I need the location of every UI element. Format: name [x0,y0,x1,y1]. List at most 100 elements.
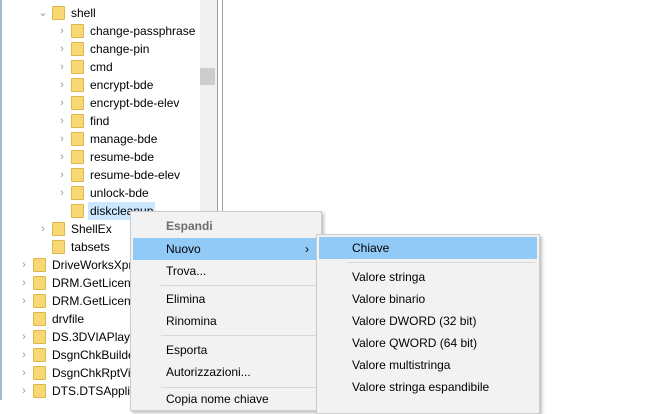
menu-label: Autorizzazioni... [166,365,251,379]
tree-item[interactable]: ⌄ shell [2,4,200,22]
folder-icon [71,42,84,56]
chevron-right-icon[interactable]: › [19,346,29,364]
menu-separator [347,262,535,263]
tree-item-label: drvfile [52,312,85,326]
tree-item[interactable]: › resume-bde [2,148,200,166]
chevron-right-icon[interactable]: › [38,220,48,238]
menu-label: Chiave [352,241,390,255]
tree-item-label: encrypt-bde-elev [90,96,180,110]
submenu-item-chiave[interactable]: Chiave [319,237,537,259]
tree-item-label: cmd [90,60,113,74]
chevron-down-icon[interactable]: ⌄ [38,4,48,22]
tree-item-label: find [90,114,110,128]
submenu-item-valore-qword[interactable]: Valore QWORD (64 bit) [319,332,537,354]
tree-item[interactable]: › encrypt-bde [2,76,200,94]
chevron-right-icon[interactable]: › [57,148,67,166]
folder-icon [71,24,84,38]
submenu-arrow-icon: › [305,242,309,256]
menu-label: Copia nome chiave [166,392,269,406]
chevron-right-icon[interactable]: › [57,58,67,76]
folder-icon [52,240,65,254]
folder-icon [33,330,46,344]
tree-item[interactable]: › find [2,112,200,130]
tree-item-label: manage-bde [90,132,158,146]
tree-item-label: DriveWorksXpr [52,258,133,272]
menu-separator [161,335,317,336]
folder-icon [71,60,84,74]
menu-item-espandi[interactable]: Espandi [133,215,319,237]
menu-label: Valore DWORD (32 bit) [352,314,477,328]
menu-label: Valore stringa [352,270,426,284]
tree-item-label: change-passphrase [90,24,196,38]
folder-icon [33,294,46,308]
folder-icon [52,6,65,20]
menu-item-esporta[interactable]: Esporta [133,339,319,361]
folder-icon [71,78,84,92]
folder-icon [33,258,46,272]
folder-icon [71,168,84,182]
menu-label: Elimina [166,292,206,306]
tree-item-label: DsgnChkRptVie [52,366,138,380]
tree-item-label: DS.3DVIAPlaye [52,330,137,344]
chevron-right-icon[interactable]: › [57,112,67,130]
submenu-item-valore-multistringa[interactable]: Valore multistringa [319,354,537,376]
menu-label: Valore stringa espandibile [352,380,490,394]
tree-item-label: tabsets [71,240,110,254]
tree-item-label: shell [71,6,96,20]
chevron-right-icon[interactable]: › [57,40,67,58]
menu-label: Nuovo [166,242,201,256]
tree-item[interactable]: › change-passphrase [2,22,200,40]
folder-icon [33,348,46,362]
submenu-item-valore-stringa[interactable]: Valore stringa [319,266,537,288]
tree-item-label: DRM.GetLicens [52,276,137,290]
tree-item-label: unlock-bde [90,186,149,200]
menu-item-nuovo[interactable]: Nuovo › [133,238,319,260]
chevron-right-icon[interactable]: › [19,364,29,382]
context-menu: Espandi Nuovo › Trova... Elimina Rinomina… [130,211,322,411]
chevron-right-icon[interactable]: › [57,166,67,184]
chevron-right-icon[interactable]: › [19,274,29,292]
menu-item-elimina[interactable]: Elimina [133,288,319,310]
folder-icon [33,384,46,398]
menu-item-rinomina[interactable]: Rinomina [133,310,319,332]
tree-item[interactable]: › change-pin [2,40,200,58]
submenu-item-valore-stringa-espandibile[interactable]: Valore stringa espandibile [319,376,537,398]
chevron-right-icon[interactable]: › [19,292,29,310]
menu-item-trova[interactable]: Trova... [133,260,319,282]
folder-icon [71,96,84,110]
folder-icon [52,222,65,236]
tree-item-label: encrypt-bde [90,78,154,92]
tree-item-label: resume-bde-elev [90,168,181,182]
chevron-right-icon[interactable]: › [57,94,67,112]
menu-label: Valore binario [352,292,426,306]
chevron-right-icon[interactable]: › [19,382,29,400]
chevron-right-icon[interactable]: › [57,184,67,202]
chevron-right-icon[interactable]: › [19,256,29,274]
tree-item[interactable]: › cmd [2,58,200,76]
tree-item-label: DRM.GetLicens [52,294,137,308]
tree-item-label: ShellEx [71,222,112,236]
tree-item-label: resume-bde [90,150,155,164]
submenu-item-valore-binario[interactable]: Valore binario [319,288,537,310]
scrollbar-thumb[interactable] [200,68,215,85]
menu-item-autorizzazioni[interactable]: Autorizzazioni... [133,361,319,383]
tree-item-label: change-pin [90,42,150,56]
chevron-right-icon[interactable]: › [57,130,67,148]
folder-icon [71,132,84,146]
submenu-item-valore-dword[interactable]: Valore DWORD (32 bit) [319,310,537,332]
menu-label: Valore QWORD (64 bit) [352,336,478,350]
chevron-right-icon[interactable]: › [57,22,67,40]
chevron-right-icon[interactable]: › [19,328,29,346]
tree-item[interactable]: › manage-bde [2,130,200,148]
menu-item-copia-nome-chiave[interactable]: Copia nome chiave [133,388,319,410]
menu-separator [161,285,317,286]
menu-label: Rinomina [166,314,217,328]
tree-item[interactable]: › encrypt-bde-elev [2,94,200,112]
submenu-nuovo: Chiave Valore stringa Valore binario Val… [316,234,540,414]
tree-item[interactable]: › resume-bde-elev [2,166,200,184]
folder-icon [33,366,46,380]
tree-item[interactable]: › unlock-bde [2,184,200,202]
folder-icon [33,276,46,290]
menu-label: Espandi [166,219,213,233]
chevron-right-icon[interactable]: › [57,76,67,94]
